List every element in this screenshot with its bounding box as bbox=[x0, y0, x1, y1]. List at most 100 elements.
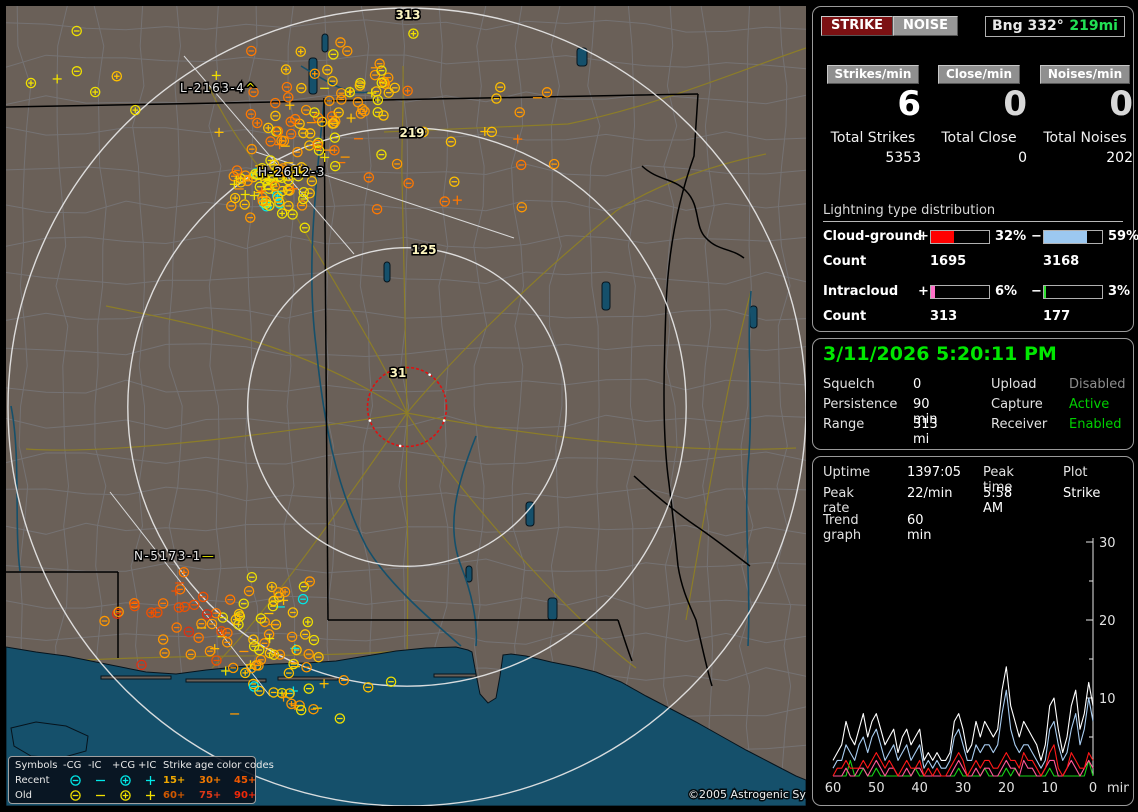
distribution-count-row: Count 1695 3168 bbox=[813, 254, 1133, 270]
counter-chip[interactable]: Strikes/min bbox=[826, 65, 920, 84]
uptime-cell: Plot bbox=[1063, 465, 1088, 480]
distribution-type-name: Intracloud bbox=[823, 284, 899, 299]
status-value: 313 mi bbox=[913, 417, 938, 447]
chart-series-ic-strikes bbox=[833, 759, 1094, 777]
legend-age-code: 60+ bbox=[163, 790, 186, 801]
lake bbox=[321, 33, 329, 53]
chart-x-tick-label: 50 bbox=[868, 781, 885, 796]
chart-x-tick-label: 60 bbox=[825, 781, 842, 796]
status-state-value: Active bbox=[1069, 397, 1110, 412]
legend-age-code: 45+ bbox=[234, 775, 257, 786]
nexstorm-app-window: 313 219 125 31 L-2163-4^ H-2612-3 N-5173-1— ©20… bbox=[0, 0, 1138, 812]
counter-column-1: Close/min 0 Total Close 0 bbox=[929, 63, 1029, 166]
status-label: Range bbox=[823, 417, 865, 432]
ring-distance-label: 313 bbox=[395, 8, 420, 22]
negative-ratio-bar bbox=[1043, 230, 1103, 244]
distribution-type-name: Cloud-ground bbox=[823, 229, 923, 244]
counter-column-2: Noises/min 0 Total Noises 202 bbox=[1035, 63, 1135, 166]
chart-y-tick-label: 10 bbox=[1099, 692, 1116, 707]
lake bbox=[601, 281, 611, 311]
legend-cgneg-icon bbox=[70, 775, 81, 786]
uptime-cell: Uptime bbox=[823, 465, 871, 480]
legend-age-code: 30+ bbox=[199, 775, 222, 786]
status-label: Upload bbox=[991, 377, 1037, 392]
negative-percent: 3% bbox=[1108, 284, 1131, 299]
close-ring-dot bbox=[398, 444, 402, 448]
trend-panel: Uptime 1397:05 Peak time Plot Peak rate 22/mi… bbox=[812, 456, 1134, 806]
negative-percent: 59% bbox=[1108, 229, 1138, 244]
legend-age-code: 90+ bbox=[234, 790, 257, 801]
uptime-cell: 5:58 AM bbox=[983, 486, 1013, 516]
negative-count: 3168 bbox=[1043, 254, 1080, 269]
ring-distance-label: 31 bbox=[390, 366, 407, 380]
positive-percent: 6% bbox=[995, 284, 1018, 299]
legend-icneg-icon bbox=[95, 794, 105, 797]
status-state-value: Disabled bbox=[1069, 377, 1126, 392]
legend-cgpos-icon bbox=[119, 790, 131, 801]
chart-x-tick-label: 20 bbox=[998, 781, 1015, 796]
counter-total-value: 0 bbox=[1018, 150, 1027, 166]
legend-icpos-icon bbox=[146, 791, 155, 800]
legend-row-old: Old 60+ 75+ 90+ bbox=[15, 788, 256, 803]
counter-value: 0 bbox=[1109, 84, 1133, 124]
legend-age-header: Strike age color codes bbox=[163, 760, 274, 771]
counter-chip[interactable]: Close/min bbox=[938, 65, 1020, 84]
positive-sign: + bbox=[918, 284, 929, 299]
status-value: 0 bbox=[913, 377, 922, 392]
positive-ratio-bar bbox=[930, 230, 990, 244]
counter-chip[interactable]: Noises/min bbox=[1039, 65, 1131, 84]
status-label: Persistence bbox=[823, 397, 898, 412]
uptime-cell: Peak rate bbox=[823, 486, 854, 516]
legend-age-row-label: Old bbox=[15, 790, 32, 801]
stats-panel: STRIKE NOISE Bng 332° 219mi Strikes/min 6… bbox=[812, 6, 1138, 332]
chart-x-tick-label: 40 bbox=[911, 781, 928, 796]
distribution-section-title: Lightning type distribution bbox=[823, 203, 1123, 222]
legend-age-code: 75+ bbox=[199, 790, 222, 801]
legend-cgpos-icon bbox=[119, 775, 131, 786]
counter-total-value: 5353 bbox=[885, 150, 921, 166]
negative-count: 177 bbox=[1043, 309, 1071, 324]
map-canvas[interactable]: 313 219 125 31 L-2163-4^ H-2612-3 N-5173-1— ©20… bbox=[6, 6, 806, 806]
legend-header-row: Symbols -CG -IC +CG +IC Strike age color… bbox=[15, 760, 274, 771]
legend-age-row-label: Recent bbox=[15, 775, 50, 786]
counter-column-0: Strikes/min 6 Total Strikes 5353 bbox=[823, 63, 923, 166]
ring-distance-label: 125 bbox=[411, 243, 436, 257]
storm-cell-label: H-2612-3 bbox=[258, 165, 326, 179]
chart-y-tick-label: 30 bbox=[1099, 536, 1116, 551]
counter-value: 0 bbox=[1003, 84, 1027, 124]
status-label: Squelch bbox=[823, 377, 875, 392]
negative-sign: − bbox=[1031, 284, 1042, 299]
legend-age-code: 15+ bbox=[163, 775, 186, 786]
distribution-row: Cloud-ground +32% − 59% bbox=[813, 229, 1138, 245]
status-panel: 3/11/2026 5:20:11 PM Squelch 0 Upload Disab… bbox=[812, 338, 1134, 450]
map-legend: Symbols -CG -IC +CG +IC Strike age color… bbox=[8, 756, 274, 804]
bearing-indicator: Bng 332° 219mi bbox=[985, 16, 1125, 37]
positive-sign: + bbox=[918, 229, 929, 244]
counter-total-label: Total Noises bbox=[1043, 130, 1127, 146]
negative-sign: − bbox=[1031, 229, 1042, 244]
legend-symbols-header: Symbols bbox=[15, 760, 58, 771]
positive-percent: 32% bbox=[995, 229, 1027, 244]
counter-value: 6 bbox=[897, 84, 921, 124]
positive-ratio-bar bbox=[930, 285, 990, 299]
strike-toggle-button[interactable]: STRIKE bbox=[821, 16, 894, 36]
uptime-cell: Strike bbox=[1063, 486, 1101, 501]
counter-total-label: Total Strikes bbox=[830, 130, 916, 146]
current-datetime: 3/11/2026 5:20:11 PM bbox=[823, 343, 1057, 365]
noise-toggle-button[interactable]: NOISE bbox=[893, 16, 959, 36]
storm-cell-label: N-5173-1— bbox=[134, 549, 215, 563]
lake bbox=[383, 261, 391, 283]
lightning-map[interactable]: 313 219 125 31 L-2163-4^ H-2612-3 N-5173-1— ©20… bbox=[6, 6, 806, 806]
chart-x-tick-label: 0 bbox=[1089, 781, 1097, 796]
lake bbox=[465, 565, 473, 583]
chart-x-tick-label: 30 bbox=[955, 781, 972, 796]
status-label: Receiver bbox=[991, 417, 1048, 432]
legend-row-recent: Recent 15+ 30+ 45+ bbox=[15, 773, 256, 788]
uptime-cell: 22/min bbox=[907, 486, 953, 501]
strike-rate-trend-chart: 10 20 30 60 50 40 30 20 10 0 min bbox=[825, 536, 1129, 796]
copyright-text: ©2005 Astrogenic Systems bbox=[688, 788, 806, 801]
bearing-range-value: 219mi bbox=[1069, 18, 1118, 34]
status-state-value: Enabled bbox=[1069, 417, 1122, 432]
negative-ratio-bar bbox=[1043, 285, 1103, 299]
count-label: Count bbox=[823, 309, 867, 324]
